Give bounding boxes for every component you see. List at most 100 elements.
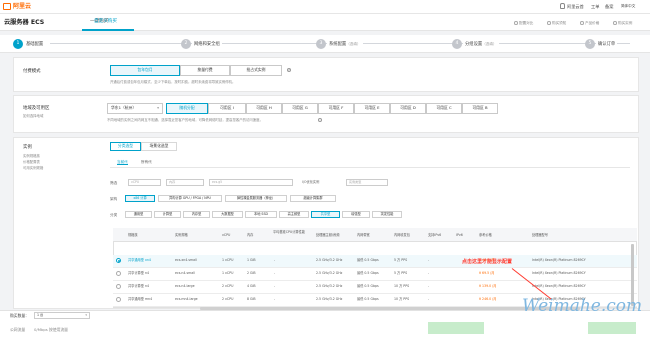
tab-all-gen[interactable]: 所有代 [141,160,152,164]
row-memory: 8 GiB [247,297,256,301]
zone-c[interactable]: 可用区 C [426,103,462,114]
cat-general[interactable]: 通用型 [125,211,152,218]
cat-enhanced[interactable]: 增强型 [342,211,370,218]
row-family: 共享计算型 n4 [128,284,149,288]
row-family: 共享通用型 xn4 [128,258,151,262]
col-ipv6-support: 支持IPv6 [428,233,442,237]
traffic-label: 公网流量 [10,327,26,332]
product-price-link[interactable]: 产品价格 [580,21,599,25]
price-table-link[interactable]: 价格配置表 [23,160,40,164]
cat-memory[interactable]: 内存型 [183,211,210,218]
language-select[interactable]: 简体中文 [621,4,635,8]
purchase-notes-label: 购买须知 [552,21,567,25]
row-radio[interactable] [116,284,121,289]
next-step-button[interactable] [428,322,484,334]
spec-search-input[interactable]: ecs.g5 [209,179,293,186]
col-price: 参考价格 [479,233,492,237]
available-spec-link[interactable]: 可用实例规格 [23,166,43,170]
row-pps: 10 万 PPS [394,297,410,301]
cat-high-freq[interactable]: 高主频型 [279,211,309,218]
row-ipv6: - [428,284,430,288]
tab-category-selection[interactable]: 分类选型 [110,142,141,151]
step-3-badge[interactable]: 3 [316,39,326,49]
row-price: ¥ 246.0 /月 [479,297,497,301]
vcpu-filter[interactable]: vCPU [128,179,161,186]
tab-scenario-selection[interactable]: 场景化选型 [141,142,177,151]
step-1-label[interactable]: 基础配置 [24,41,46,47]
row-memory: 1 GiB [247,258,256,262]
step-2-badge[interactable]: 2 [181,39,191,49]
io-optimized-label: I/O优化实例 [302,180,320,184]
arch-super-computing[interactable]: 超级计算集群 [290,195,336,202]
billing-option-subscription[interactable]: 包年包月 [110,65,180,76]
tab-custom-buy[interactable]: 自定义购买 [94,19,117,25]
row-spec: ecs.xn4.small [175,258,197,262]
home-link[interactable]: 阿里云首 [567,4,584,9]
region-select[interactable]: 华东1（杭州） ▾ [107,103,163,114]
step-5-label[interactable]: 确认订单 [596,41,618,47]
zone-d[interactable]: 可用区 D [390,103,426,114]
buy-instance-link[interactable]: 购买实例 [613,21,632,25]
cat-burstable[interactable]: 突发性能 [372,211,402,218]
zone-f[interactable]: 可用区 F [318,103,354,114]
filing-link[interactable]: 备案 [605,4,613,9]
zone-b[interactable]: 可用区 B [462,103,498,114]
memory-filter[interactable]: 内存 [166,179,204,186]
bell-icon[interactable] [560,3,565,9]
region-panel [13,95,639,133]
region-help-icon[interactable] [318,118,322,122]
step-1-badge[interactable]: 1 [13,39,23,49]
confirm-order-button[interactable] [588,322,636,334]
chevron-down-icon: ▾ [157,105,159,111]
quantity-select[interactable]: 1 台 ▾ [34,312,90,319]
zone-g[interactable]: 可用区 G [282,103,318,114]
row-freq: 2.5 GHz/3.2 GHz [316,284,343,288]
zone-e[interactable]: 可用区 E [354,103,390,114]
step-2-label[interactable]: 网络和安全组 [192,41,222,47]
step-5-badge[interactable]: 5 [585,39,595,49]
work-order-link[interactable]: 工单 [591,4,599,9]
billing-option-spot[interactable]: 抢占式实例 [230,65,282,76]
category-label: 分类 [110,213,118,217]
step-4-label[interactable]: 分组设置（选填） [463,41,499,47]
arch-heterogeneous[interactable]: 异构计算 GPU / FPGA / NPU [158,195,222,202]
instance-type-filter[interactable]: 实例类型 [346,179,388,186]
filter-label: 筛选 [110,181,118,185]
row-bandwidth: 最低 0.5 Gbps [357,297,379,301]
compare-config-link[interactable]: 配置对比 [514,21,533,25]
zone-i[interactable]: 可用区 I [208,103,246,114]
row-radio[interactable] [116,258,121,263]
cat-local-ssd[interactable]: 本地 SSD [245,211,277,218]
row-spec: ecs.n4.large [175,284,195,288]
region-help-link[interactable]: 如何选择地域 [23,114,43,118]
arch-bare-metal[interactable]: 弹性裸金属服务器（神龙） [225,195,287,202]
row-radio[interactable] [116,297,121,302]
step-3-note: （选填） [346,41,361,46]
instance-family-link[interactable]: 实例规格族 [23,154,40,158]
purchase-notes-link[interactable]: 购买须知 [547,21,566,25]
cat-big-data[interactable]: 大数据型 [212,211,243,218]
col-cpu-model: 处理器型号 [532,233,548,237]
col-family: 规格族 [128,233,138,237]
aliyun-logo-icon[interactable] [3,3,11,10]
row-vcpu: 2 vCPU [222,297,234,301]
help-icon[interactable]: ? [287,68,291,72]
logo-text[interactable]: 阿里云 [13,3,31,10]
col-vcpu: vCPU [222,233,231,237]
row-family: 共享计算型 n4 [128,271,149,275]
row-ipv6: - [428,271,430,275]
instance-title: 实例 [23,145,32,150]
row-radio[interactable] [116,271,121,276]
arch-x86[interactable]: x86 计算 [125,195,155,202]
step-3-label[interactable]: 系统配置（选填） [327,41,363,47]
tab-current-gen[interactable]: 当前代 [117,160,128,166]
row-ipv6: - [428,258,430,262]
billing-option-pay-as-you-go[interactable]: 按量付费 [180,65,230,76]
zone-random[interactable]: 随机分配 [166,103,208,114]
step-4-badge[interactable]: 4 [452,39,462,49]
row-freq: 2.5 GHz/3.2 GHz [316,297,343,301]
zone-h[interactable]: 可用区 H [246,103,282,114]
cat-compute[interactable]: 计算型 [154,211,181,218]
cat-shared[interactable]: 共享型 [311,211,340,218]
col-ipv6: IPv6 [456,233,463,237]
